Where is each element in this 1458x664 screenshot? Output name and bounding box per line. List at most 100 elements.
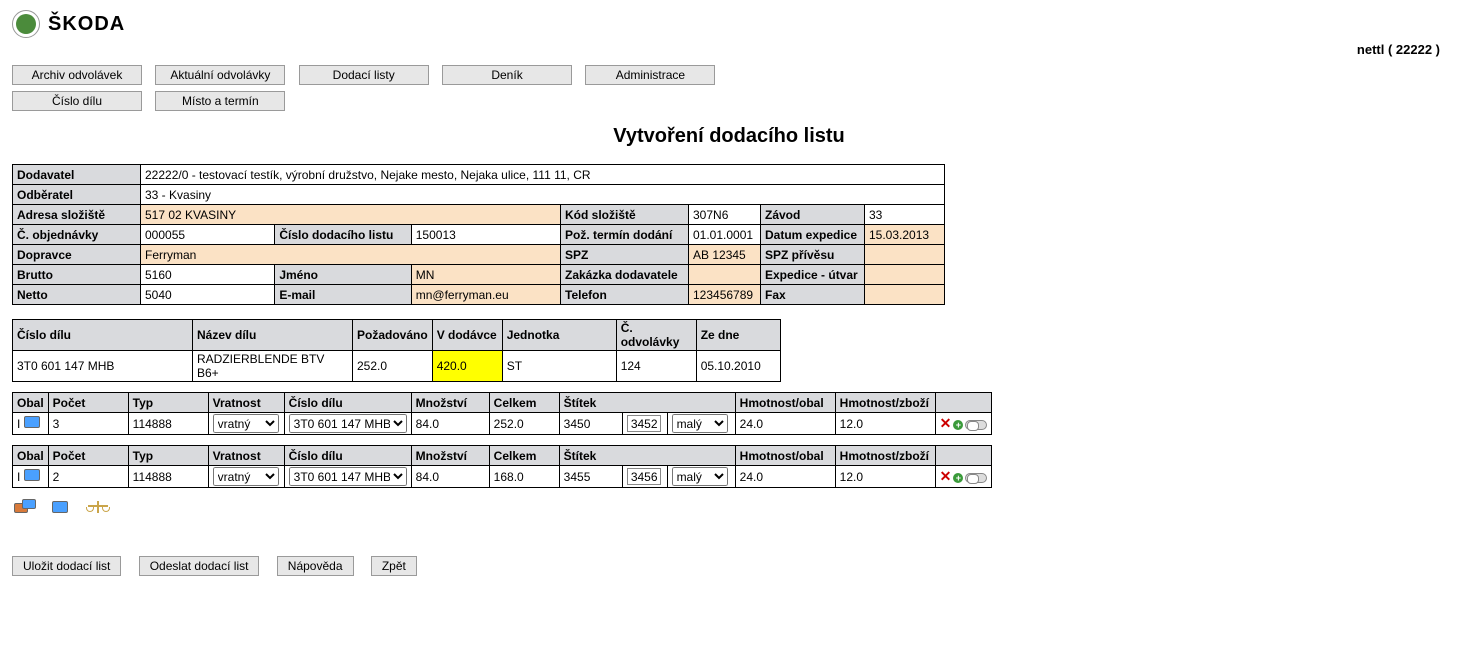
- save-button[interactable]: Uložit dodací list: [12, 556, 121, 576]
- val-fax: [865, 285, 945, 305]
- cell-stitek-size[interactable]: malý: [667, 413, 735, 435]
- cell-actions: ✕+: [935, 466, 992, 488]
- toggle-icon[interactable]: [965, 473, 987, 483]
- lbl-email: E-mail: [275, 285, 411, 305]
- hdr-part-no: Číslo dílu: [13, 320, 193, 351]
- nav-admin[interactable]: Administrace: [585, 65, 715, 85]
- val-supplier: 22222/0 - testovací testík, výrobní druž…: [141, 165, 945, 185]
- cell-from-date: 05.10.2010: [696, 351, 780, 382]
- hdr-actions: [935, 393, 992, 413]
- cell-stitek-a[interactable]: 3450: [559, 413, 622, 435]
- sub-nav: Číslo dílu Místo a termín: [12, 91, 1446, 111]
- hdr-cislo-dilu: Číslo dílu: [284, 393, 411, 413]
- val-ship-dept: [865, 265, 945, 285]
- select-cislo-dilu[interactable]: 3T0 601 147 MHB: [289, 414, 407, 433]
- val-brutto: 5160: [141, 265, 275, 285]
- lbl-phone: Telefon: [561, 285, 689, 305]
- hdr-typ: Typ: [128, 446, 208, 466]
- cell-typ[interactable]: 114888: [128, 466, 208, 488]
- cell-hm-obal[interactable]: 24.0: [735, 413, 835, 435]
- hdr-in-delivery: V dodávce: [432, 320, 502, 351]
- hdr-call-no: Č. odvolávky: [616, 320, 696, 351]
- select-cislo-dilu[interactable]: 3T0 601 147 MHB: [289, 467, 407, 486]
- select-vratnost[interactable]: vratný: [213, 467, 279, 486]
- part-table: Číslo dílu Název dílu Požadováno V dodáv…: [12, 319, 781, 382]
- hdr-celkem: Celkem: [489, 393, 559, 413]
- toggle-icon[interactable]: [965, 420, 987, 430]
- select-stitek-size[interactable]: malý: [672, 467, 728, 486]
- cell-call-no: 124: [616, 351, 696, 382]
- hdr-stitek: Štítek: [559, 393, 735, 413]
- cell-hm-obal[interactable]: 24.0: [735, 466, 835, 488]
- select-stitek-size[interactable]: malý: [672, 414, 728, 433]
- hdr-pocet: Počet: [48, 393, 128, 413]
- nav-archive[interactable]: Archiv odvolávek: [12, 65, 142, 85]
- lbl-supplier: Dodavatel: [13, 165, 141, 185]
- cell-mnozstvi[interactable]: 84.0: [411, 413, 489, 435]
- cell-mnozstvi[interactable]: 84.0: [411, 466, 489, 488]
- val-spz: AB 12345: [689, 245, 761, 265]
- hdr-actions: [935, 446, 992, 466]
- lbl-plant: Závod: [761, 205, 865, 225]
- help-button[interactable]: Nápověda: [277, 556, 354, 576]
- cell-stitek-b[interactable]: [622, 413, 667, 435]
- cell-stitek-b[interactable]: [622, 466, 667, 488]
- delete-row-icon[interactable]: ✕: [940, 415, 952, 431]
- pack-row-2: I 2 114888 vratný 3T0 601 147 MHB 84.0 1…: [13, 466, 992, 488]
- delete-row-icon[interactable]: ✕: [940, 468, 952, 484]
- pack-row-1: I 3 114888 vratný 3T0 601 147 MHB 84.0 2…: [13, 413, 992, 435]
- cell-level: I: [13, 466, 49, 488]
- package-icon: [24, 416, 40, 428]
- hdr-obal: Obal: [13, 393, 49, 413]
- val-email: mn@ferryman.eu: [411, 285, 560, 305]
- nav-delivery[interactable]: Dodací listy: [299, 65, 429, 85]
- hdr-vratnost: Vratnost: [208, 393, 284, 413]
- nav-current[interactable]: Aktuální odvolávky: [155, 65, 285, 85]
- part-row: 3T0 601 147 MHB RADZIERBLENDE BTV B6+ 25…: [13, 351, 781, 382]
- cell-level: I: [13, 413, 49, 435]
- scale-icon[interactable]: [86, 498, 110, 516]
- cell-hm-zbozi[interactable]: 12.0: [835, 413, 935, 435]
- cell-part-no: 3T0 601 147 MHB: [13, 351, 193, 382]
- hdr-obal: Obal: [13, 446, 49, 466]
- nav-place-date[interactable]: Místo a termín: [155, 91, 285, 111]
- val-name: MN: [411, 265, 560, 285]
- send-button[interactable]: Odeslat dodací list: [139, 556, 260, 576]
- val-plant: 33: [865, 205, 945, 225]
- hdr-mnozstvi: Množství: [411, 393, 489, 413]
- nav-part-no[interactable]: Číslo dílu: [12, 91, 142, 111]
- packaging-table-1: Obal Počet Typ Vratnost Číslo dílu Množs…: [12, 392, 992, 435]
- cell-vratnost[interactable]: vratný: [208, 466, 284, 488]
- cell-pocet[interactable]: 3: [48, 413, 128, 435]
- select-vratnost[interactable]: vratný: [213, 414, 279, 433]
- hdr-mnozstvi: Množství: [411, 446, 489, 466]
- cell-stitek-a[interactable]: 3455: [559, 466, 622, 488]
- hdr-celkem: Celkem: [489, 446, 559, 466]
- lbl-wh-code: Kód složiště: [561, 205, 689, 225]
- back-button[interactable]: Zpět: [371, 556, 417, 576]
- input-stitek-b[interactable]: [627, 468, 661, 485]
- cell-typ[interactable]: 114888: [128, 413, 208, 435]
- single-package-icon[interactable]: [52, 501, 68, 513]
- add-row-icon[interactable]: +: [953, 473, 963, 483]
- val-customer: 33 - Kvasiny: [141, 185, 945, 205]
- lbl-dn-no: Číslo dodacího listu: [275, 225, 411, 245]
- cell-pocet[interactable]: 2: [48, 466, 128, 488]
- cell-cislo-dilu[interactable]: 3T0 601 147 MHB: [284, 413, 411, 435]
- lbl-req-date: Pož. termín dodání: [561, 225, 689, 245]
- cell-cislo-dilu[interactable]: 3T0 601 147 MHB: [284, 466, 411, 488]
- lbl-fax: Fax: [761, 285, 865, 305]
- cell-hm-zbozi[interactable]: 12.0: [835, 466, 935, 488]
- val-wh-addr: 517 02 KVASINY: [141, 205, 561, 225]
- val-order-no: 000055: [141, 225, 275, 245]
- add-row-icon[interactable]: +: [953, 420, 963, 430]
- cell-stitek-size[interactable]: malý: [667, 466, 735, 488]
- package-icon: [24, 469, 40, 481]
- nav-diary[interactable]: Deník: [442, 65, 572, 85]
- packages-icon[interactable]: [14, 499, 34, 515]
- cell-vratnost[interactable]: vratný: [208, 413, 284, 435]
- brand-name: ŠKODA: [48, 13, 125, 36]
- lbl-order-no: Č. objednávky: [13, 225, 141, 245]
- input-stitek-b[interactable]: [627, 415, 661, 432]
- main-nav: Archiv odvolávek Aktuální odvolávky Doda…: [12, 65, 1446, 85]
